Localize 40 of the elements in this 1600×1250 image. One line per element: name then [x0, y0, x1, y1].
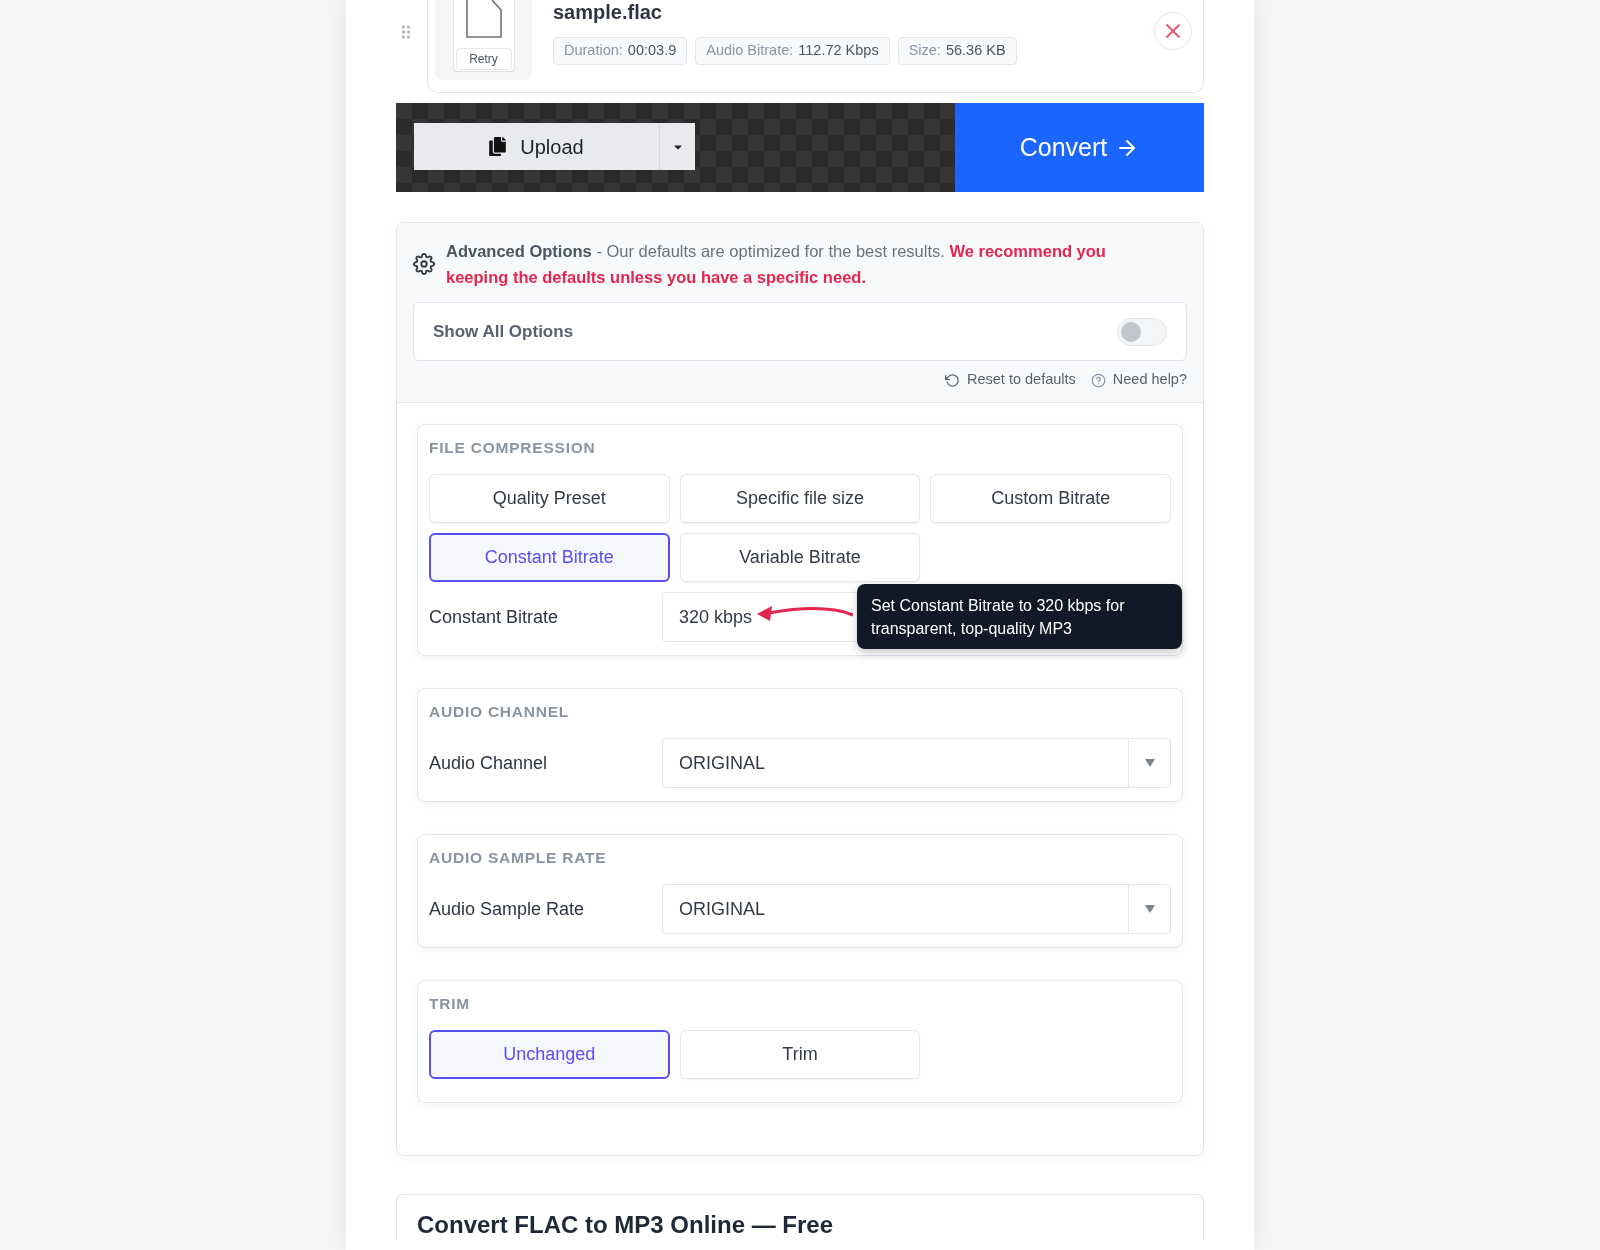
show-all-options-label: Show All Options — [433, 320, 574, 343]
documents-icon — [489, 137, 507, 156]
reset-defaults-link[interactable]: Reset to defaults — [945, 369, 1076, 391]
dropdown-triangle-icon — [1144, 905, 1155, 913]
convert-button[interactable]: Convert — [955, 103, 1204, 192]
select-field[interactable]: ORIGINAL — [662, 884, 1171, 934]
show-all-toggle[interactable] — [1117, 317, 1167, 346]
document-icon — [465, 0, 502, 38]
section-heading: TRIM — [429, 994, 471, 1014]
input-field[interactable]: 320 kbps — [662, 592, 858, 642]
section-heading: FILE COMPRESSION — [429, 438, 597, 458]
file-name: sample.flac — [553, 0, 663, 24]
option-button[interactable]: Unchanged — [429, 1030, 670, 1079]
option-button[interactable]: Specific file size — [679, 474, 921, 523]
upload-dropdown-button[interactable] — [659, 123, 695, 170]
retry-button[interactable]: Retry — [455, 48, 512, 70]
file-info-chip: Size: 56.36 KB — [897, 37, 1017, 65]
select-field[interactable]: ORIGINAL — [662, 738, 1171, 788]
upload-button[interactable]: Upload — [414, 123, 659, 170]
callout-tooltip: Set Constant Bitrate to 320 kbps for transparent, top-quality MP3 — [857, 584, 1182, 649]
section-heading: AUDIO CHANNEL — [429, 702, 571, 722]
field-label: Audio Channel — [429, 751, 549, 775]
option-button[interactable]: Constant Bitrate — [429, 533, 670, 582]
field-label: Audio Sample Rate — [429, 897, 586, 921]
option-button[interactable]: Variable Bitrate — [679, 533, 921, 582]
article-title: Convert FLAC to MP3 Online — Free — [417, 1211, 835, 1239]
dropdown-triangle-icon — [1144, 759, 1155, 767]
file-info-chip: Audio Bitrate: 112.72 Kbps — [695, 37, 890, 65]
file-info-chip: Duration: 00:03.9 — [553, 37, 688, 65]
help-icon — [1090, 372, 1106, 388]
advanced-options-description: Advanced Options - Our defaults are optimized for the best results. We recommend you keeping the defaults unless you have a specific need. — [446, 241, 1107, 288]
section-heading: AUDIO SAMPLE RATE — [429, 848, 608, 868]
help-link[interactable]: Need help? — [1090, 369, 1187, 391]
reset-icon — [945, 372, 960, 388]
field-label: Constant Bitrate — [429, 605, 560, 629]
settings-icon — [413, 253, 435, 275]
option-button[interactable]: Custom Bitrate — [930, 474, 1171, 523]
option-button[interactable]: Quality Preset — [429, 474, 670, 523]
option-button[interactable]: Trim — [679, 1030, 921, 1079]
close-button[interactable] — [1154, 12, 1192, 50]
